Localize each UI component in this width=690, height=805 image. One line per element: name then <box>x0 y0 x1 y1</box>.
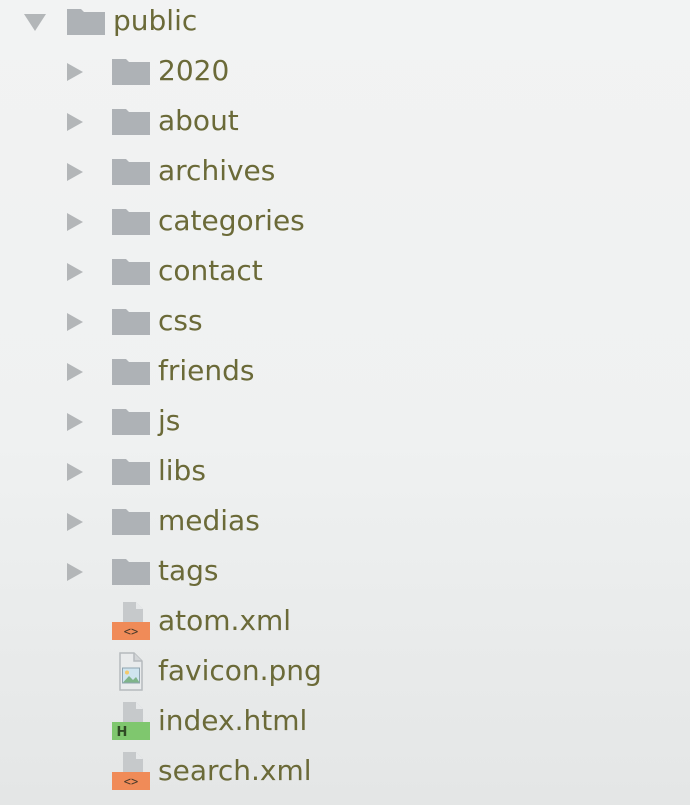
xml-file-icon: <> <box>112 602 150 640</box>
tree-item-label: public <box>113 4 198 37</box>
tree-item-label: search.xml <box>158 754 312 787</box>
tree-row-folder[interactable]: contact <box>0 252 690 302</box>
file-tree: public 2020 about archives categories contac… <box>0 0 690 805</box>
folder-icon <box>112 259 150 285</box>
tree-item-label: css <box>158 304 203 337</box>
chevron-right-icon[interactable] <box>67 463 83 481</box>
tree-item-label: archives <box>158 154 276 187</box>
tree-item-label: index.html <box>158 704 308 737</box>
tree-item-label: favicon.png <box>158 654 322 687</box>
tree-row-file[interactable]: favicon.png <box>0 652 690 702</box>
tree-item-label: js <box>158 404 181 437</box>
chevron-right-icon[interactable] <box>67 563 83 581</box>
image-file-icon <box>119 652 143 691</box>
tree-item-label: about <box>158 104 239 137</box>
tree-item-label: atom.xml <box>158 604 292 637</box>
tree-row-folder[interactable]: friends <box>0 352 690 402</box>
chevron-right-icon[interactable] <box>67 363 83 381</box>
tree-row-folder[interactable]: css <box>0 302 690 352</box>
folder-icon <box>112 59 150 85</box>
svg-text:<>: <> <box>124 625 138 639</box>
tree-row-folder[interactable]: medias <box>0 502 690 552</box>
chevron-down-icon[interactable] <box>24 14 46 31</box>
folder-icon <box>112 359 150 385</box>
tree-row-public[interactable]: public <box>0 2 690 52</box>
tree-row-file[interactable]: <> atom.xml <box>0 602 690 652</box>
tree-row-folder[interactable]: libs <box>0 452 690 502</box>
chevron-right-icon[interactable] <box>67 313 83 331</box>
html-file-icon: H <box>112 702 150 740</box>
chevron-right-icon[interactable] <box>67 263 83 281</box>
tree-item-label: 2020 <box>158 54 230 87</box>
chevron-right-icon[interactable] <box>67 63 83 81</box>
tree-item-label: contact <box>158 254 263 287</box>
chevron-right-icon[interactable] <box>67 163 83 181</box>
folder-icon <box>112 509 150 535</box>
tree-row-folder[interactable]: js <box>0 402 690 452</box>
folder-icon <box>112 109 150 135</box>
tree-item-label: tags <box>158 554 219 587</box>
svg-text:<>: <> <box>124 775 138 789</box>
tree-row-folder[interactable]: archives <box>0 152 690 202</box>
tree-item-label: libs <box>158 454 206 487</box>
folder-icon <box>67 9 105 35</box>
tree-row-folder[interactable]: about <box>0 102 690 152</box>
tree-row-file[interactable]: H index.html <box>0 702 690 752</box>
svg-text:H: H <box>117 725 128 740</box>
folder-icon <box>112 459 150 485</box>
tree-item-label: medias <box>158 504 260 537</box>
tree-row-folder[interactable]: 2020 <box>0 52 690 102</box>
chevron-right-icon[interactable] <box>67 113 83 131</box>
folder-icon <box>112 159 150 185</box>
tree-row-folder[interactable]: categories <box>0 202 690 252</box>
folder-icon <box>112 309 150 335</box>
tree-item-label: categories <box>158 204 305 237</box>
xml-file-icon: <> <box>112 752 150 790</box>
folder-icon <box>112 559 150 585</box>
chevron-right-icon[interactable] <box>67 513 83 531</box>
tree-row-folder[interactable]: tags <box>0 552 690 602</box>
folder-icon <box>112 409 150 435</box>
chevron-right-icon[interactable] <box>67 413 83 431</box>
folder-icon <box>112 209 150 235</box>
tree-item-label: friends <box>158 354 255 387</box>
chevron-right-icon[interactable] <box>67 213 83 231</box>
tree-row-file[interactable]: <> search.xml <box>0 752 690 802</box>
